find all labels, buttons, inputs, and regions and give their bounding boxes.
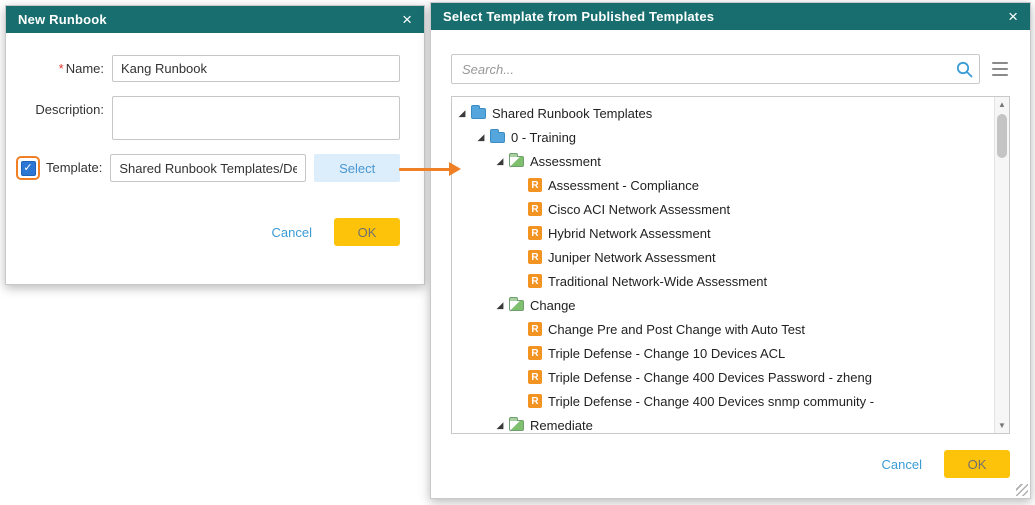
menu-icon[interactable] (990, 61, 1010, 77)
dialog-title: New Runbook (18, 12, 400, 27)
runbook-icon: R (528, 274, 542, 288)
search-row (451, 54, 1010, 84)
tree-item[interactable]: ◢ Assessment (452, 149, 989, 173)
expander-icon[interactable]: ◢ (475, 132, 487, 143)
dialog-title: Select Template from Published Templates (443, 9, 1006, 24)
tree-item-label: Triple Defense - Change 10 Devices ACL (548, 346, 785, 361)
folder-icon (490, 132, 505, 143)
select-template-button[interactable]: Select (314, 154, 400, 182)
runbook-icon: R (528, 202, 542, 216)
vertical-scrollbar[interactable]: ▲ ▼ (994, 97, 1009, 433)
annotation-arrow (399, 168, 451, 171)
resize-grip[interactable] (1016, 484, 1028, 496)
new-runbook-titlebar: New Runbook × (6, 6, 424, 33)
close-icon[interactable]: × (400, 11, 414, 28)
folder-icon (471, 108, 486, 119)
tree-item[interactable]: R Change Pre and Post Change with Auto Te… (452, 317, 989, 341)
name-label: *Name: (16, 55, 112, 76)
tree-item[interactable]: R Hybrid Network Assessment (452, 221, 989, 245)
runbook-icon: R (528, 370, 542, 384)
close-icon[interactable]: × (1006, 8, 1020, 25)
template-row: ✓ Template: Select (16, 154, 400, 182)
expander-icon[interactable]: ◢ (494, 420, 506, 431)
name-input[interactable] (112, 55, 400, 82)
template-label: Template: (42, 154, 110, 175)
tree-item[interactable]: R Assessment - Compliance (452, 173, 989, 197)
scroll-down-icon[interactable]: ▼ (995, 418, 1009, 433)
tree-item-label: Change Pre and Post Change with Auto Tes… (548, 322, 805, 337)
tree-item[interactable]: R Cisco ACI Network Assessment (452, 197, 989, 221)
name-row: *Name: (16, 55, 400, 82)
template-tree-panel: ◢ Shared Runbook Templates ◢ 0 - Training ◢ A… (451, 96, 1010, 434)
screen: New Runbook × *Name: Description: ✓ Temp… (0, 0, 1035, 505)
tree-item[interactable]: R Triple Defense - Change 400 Devices snm… (452, 389, 989, 413)
tree-item-label: Remediate (530, 418, 593, 433)
select-template-footer: Cancel OK (451, 450, 1010, 478)
tree-item[interactable]: R Triple Defense - Change 400 Devices Pas… (452, 365, 989, 389)
runbook-icon: R (528, 394, 542, 408)
category-icon (509, 156, 524, 167)
runbook-icon: R (528, 346, 542, 360)
tree-item[interactable]: R Traditional Network-Wide Assessment (452, 269, 989, 293)
template-checkbox[interactable]: ✓ (21, 161, 36, 176)
tree-item[interactable]: R Juniper Network Assessment (452, 245, 989, 269)
expander-icon[interactable]: ◢ (456, 108, 468, 119)
tree-item-label: Juniper Network Assessment (548, 250, 716, 265)
required-mark: * (59, 61, 64, 76)
tree-item[interactable]: ◢ Change (452, 293, 989, 317)
new-runbook-footer: Cancel OK (16, 218, 400, 246)
tree-item-label: 0 - Training (511, 130, 576, 145)
cancel-button[interactable]: Cancel (882, 457, 922, 472)
tree-item-label: Cisco ACI Network Assessment (548, 202, 730, 217)
tree-item-label: Shared Runbook Templates (492, 106, 652, 121)
checkbox-highlight-annotation: ✓ (16, 156, 40, 180)
search-box (451, 54, 980, 84)
tree-item[interactable]: ◢ Shared Runbook Templates (452, 101, 989, 125)
ok-button[interactable]: OK (944, 450, 1010, 478)
cancel-button[interactable]: Cancel (272, 225, 312, 240)
annotation-arrow-head (449, 162, 461, 176)
ok-button[interactable]: OK (334, 218, 400, 246)
select-template-titlebar: Select Template from Published Templates… (431, 3, 1030, 30)
tree-item-label: Traditional Network-Wide Assessment (548, 274, 767, 289)
runbook-icon: R (528, 226, 542, 240)
runbook-icon: R (528, 250, 542, 264)
tree-item-label: Change (530, 298, 576, 313)
runbook-icon: R (528, 178, 542, 192)
search-input[interactable] (451, 54, 980, 84)
category-icon (509, 300, 524, 311)
tree-item[interactable]: ◢ 0 - Training (452, 125, 989, 149)
scrollbar-thumb[interactable] (997, 114, 1007, 158)
category-icon (509, 420, 524, 431)
tree-item-label: Assessment - Compliance (548, 178, 699, 193)
description-row: Description: (16, 96, 400, 140)
select-template-dialog: Select Template from Published Templates… (430, 2, 1031, 499)
runbook-icon: R (528, 322, 542, 336)
tree-item-label: Triple Defense - Change 400 Devices Pass… (548, 370, 872, 385)
expander-icon[interactable]: ◢ (494, 300, 506, 311)
search-icon[interactable] (955, 60, 973, 78)
template-input[interactable] (110, 154, 306, 182)
scroll-up-icon[interactable]: ▲ (995, 97, 1009, 112)
description-input[interactable] (112, 96, 400, 140)
new-runbook-dialog: New Runbook × *Name: Description: ✓ Temp… (5, 5, 425, 285)
tree-item-label: Triple Defense - Change 400 Devices snmp… (548, 394, 874, 409)
tree-item[interactable]: R Triple Defense - Change 10 Devices ACL (452, 341, 989, 365)
check-icon: ✓ (23, 163, 32, 174)
description-label: Description: (16, 96, 112, 117)
tree-item-label: Hybrid Network Assessment (548, 226, 711, 241)
expander-icon[interactable]: ◢ (494, 156, 506, 167)
template-tree: ◢ Shared Runbook Templates ◢ 0 - Training ◢ A… (452, 97, 1009, 434)
tree-item-label: Assessment (530, 154, 601, 169)
tree-item[interactable]: ◢ Remediate (452, 413, 989, 434)
